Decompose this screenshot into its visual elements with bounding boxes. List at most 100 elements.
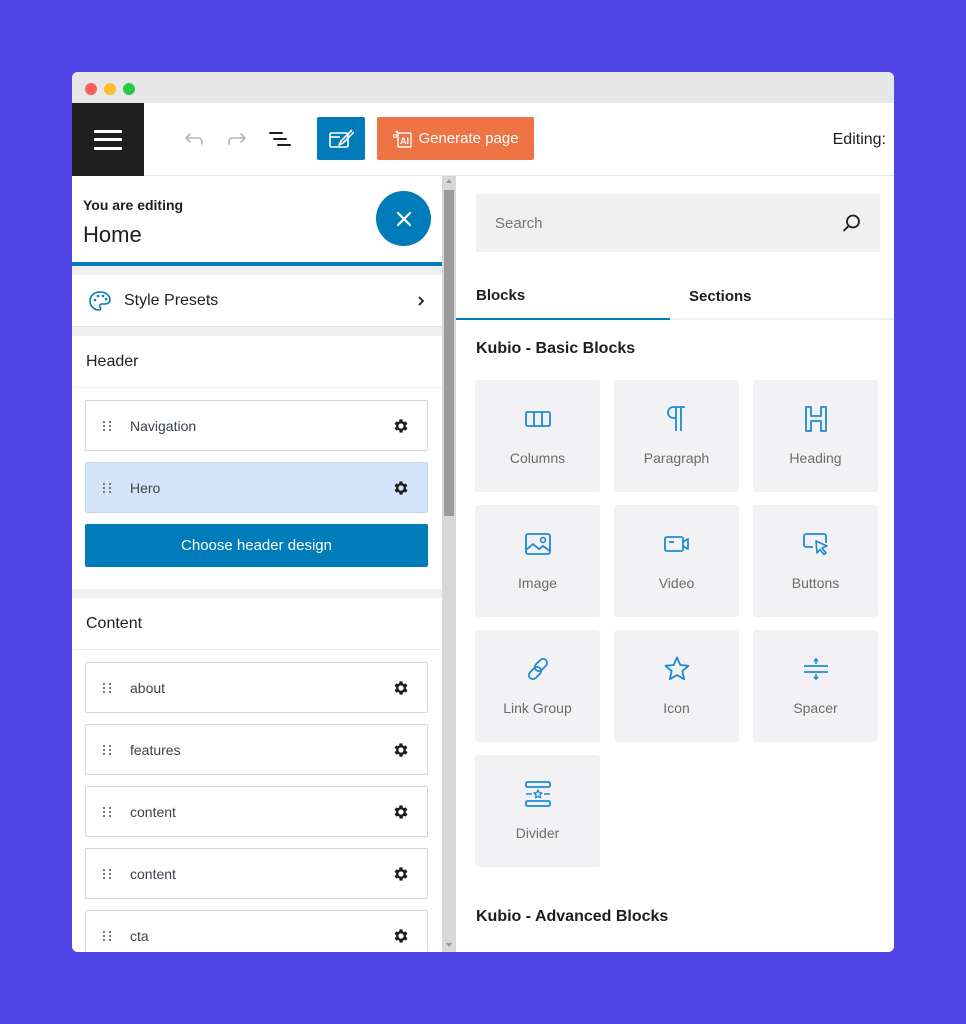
hamburger-icon (94, 129, 122, 150)
drag-handle-icon[interactable] (103, 930, 113, 941)
item-label: features (130, 741, 181, 758)
advanced-blocks-title: Kubio - Advanced Blocks (476, 908, 669, 925)
svg-text:AI: AI (400, 136, 409, 146)
block-video[interactable]: Video (614, 505, 739, 617)
drag-handle-icon[interactable] (103, 744, 113, 755)
minimize-window-button[interactable] (104, 83, 116, 95)
search-icon[interactable] (842, 213, 862, 233)
paragraph-icon (666, 406, 685, 431)
content-items: about features content content cta (72, 650, 442, 952)
gear-icon[interactable] (392, 679, 410, 697)
redo-button[interactable] (225, 127, 249, 151)
heading-icon (804, 406, 827, 432)
list-item-features[interactable]: features (85, 724, 428, 775)
list-item-navigation[interactable]: Navigation (85, 400, 428, 451)
list-item-content[interactable]: content (85, 848, 428, 899)
block-label: Link Group (503, 700, 572, 716)
list-item-hero[interactable]: Hero (85, 462, 428, 513)
item-label: Navigation (130, 417, 197, 434)
list-item-about[interactable]: about (85, 662, 428, 713)
drag-handle-icon[interactable] (103, 682, 113, 693)
drag-handle-icon[interactable] (103, 806, 113, 817)
generate-page-button[interactable]: AI Generate page (377, 117, 534, 160)
palette-icon (89, 290, 111, 311)
drag-handle-icon[interactable] (103, 420, 113, 431)
block-label: Buttons (791, 575, 840, 591)
item-label: cta (130, 927, 149, 944)
ai-icon: AI (393, 129, 413, 148)
item-label: content (130, 865, 176, 882)
editing-header: You are editing Home (72, 176, 442, 266)
block-label: Columns (509, 450, 566, 466)
scroll-down-icon[interactable] (446, 943, 452, 947)
item-label: about (130, 679, 166, 696)
gear-icon[interactable] (392, 479, 410, 497)
image-icon (524, 533, 551, 555)
scrollbar-thumb[interactable] (444, 190, 454, 516)
page-structure-panel: You are editing Home Style Presets Heade… (72, 176, 442, 952)
list-view-icon (269, 132, 291, 146)
content-section-title: Content (72, 598, 442, 650)
choose-header-design-button[interactable]: Choose header design (85, 524, 428, 567)
left-panel-scrollbar[interactable] (442, 176, 456, 952)
search-input[interactable] (495, 194, 825, 252)
item-label: Hero (130, 479, 161, 496)
block-divider[interactable]: Divider (475, 755, 600, 867)
list-item-cta[interactable]: cta (85, 910, 428, 952)
block-spacer[interactable]: Spacer (753, 630, 878, 742)
block-paragraph[interactable]: Paragraph (614, 380, 739, 492)
gear-icon[interactable] (392, 417, 410, 435)
block-search (476, 194, 880, 252)
block-image[interactable]: Image (475, 505, 600, 617)
block-link-group[interactable]: Link Group (475, 630, 600, 742)
buttons-icon (802, 533, 828, 556)
close-icon (396, 211, 411, 226)
gear-icon[interactable] (392, 803, 410, 821)
list-view-button[interactable] (268, 127, 292, 151)
block-label: Paragraph (643, 450, 710, 466)
redo-icon (228, 133, 246, 145)
style-presets-label: Style Presets (124, 291, 219, 309)
drag-handle-icon[interactable] (103, 868, 113, 879)
editing-label: Editing: (832, 131, 886, 148)
basic-blocks-title: Kubio - Basic Blocks (476, 340, 636, 357)
tab-blocks[interactable]: Blocks (456, 272, 670, 320)
block-label: Video (658, 575, 695, 591)
block-icon[interactable]: Icon (614, 630, 739, 742)
gear-icon[interactable] (392, 865, 410, 883)
gear-icon[interactable] (392, 741, 410, 759)
block-buttons[interactable]: Buttons (753, 505, 878, 617)
block-label: Image (518, 575, 557, 591)
block-inserter-panel: Blocks Sections Kubio - Basic Blocks Col… (456, 176, 894, 952)
drag-handle-icon[interactable] (103, 482, 113, 493)
block-label: Spacer (793, 700, 838, 716)
generate-page-label: Generate page (418, 130, 519, 147)
block-label: Icon (663, 700, 690, 716)
style-editor-button[interactable] (317, 117, 365, 160)
block-label: Heading (789, 450, 842, 466)
chevron-right-icon (418, 295, 425, 306)
style-brush-icon (329, 128, 354, 148)
undo-button[interactable] (182, 127, 206, 151)
style-presets-button[interactable]: Style Presets (72, 275, 442, 327)
list-item-content[interactable]: content (85, 786, 428, 837)
scroll-up-icon[interactable] (446, 179, 452, 183)
close-panel-button[interactable] (376, 191, 431, 246)
editor-toolbar: AI Generate page Editing: (72, 103, 894, 176)
item-label: content (130, 803, 176, 820)
block-heading[interactable]: Heading (753, 380, 878, 492)
block-columns[interactable]: Columns (475, 380, 600, 492)
star-icon (664, 656, 689, 681)
close-window-button[interactable] (85, 83, 97, 95)
gear-icon[interactable] (392, 927, 410, 945)
spacer-icon (803, 657, 828, 681)
block-label: Divider (515, 825, 560, 841)
window-titlebar (72, 72, 894, 103)
video-icon (663, 536, 689, 552)
menu-button[interactable] (72, 103, 144, 176)
maximize-window-button[interactable] (123, 83, 135, 95)
tab-sections[interactable]: Sections (670, 272, 884, 320)
editing-caption: You are editing (83, 197, 184, 213)
link-icon (527, 657, 548, 681)
inserter-tabs: Blocks Sections (456, 272, 894, 320)
